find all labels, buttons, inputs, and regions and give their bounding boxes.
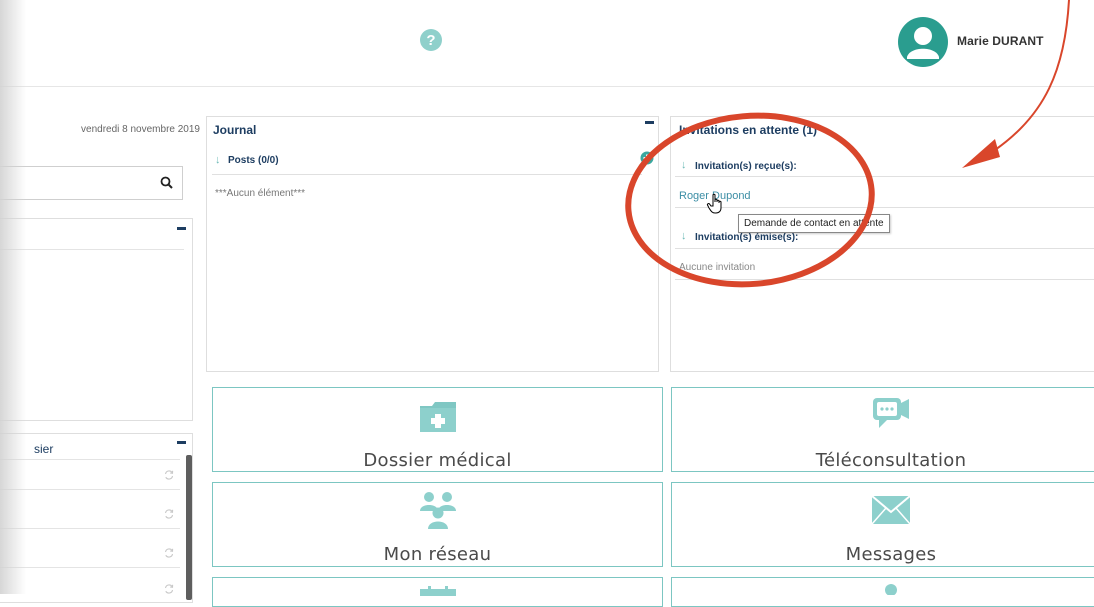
invitations-panel: [670, 116, 1094, 372]
posts-label[interactable]: Posts (0/0): [228, 155, 279, 166]
tile-agenda[interactable]: [212, 577, 663, 607]
divider: [675, 207, 1094, 208]
tile-messages[interactable]: Messages: [671, 482, 1094, 567]
network-people-icon: [419, 492, 456, 529]
refresh-icon[interactable]: [163, 547, 175, 559]
invitations-title: Invitations en attente (1): [679, 123, 818, 137]
person-icon: [885, 584, 897, 595]
tile-label: Téléconsultation: [815, 450, 967, 471]
row-divider: [0, 528, 180, 529]
add-post-button[interactable]: [640, 151, 654, 165]
empty-state: Aucune invitation: [679, 262, 756, 273]
arrow-down-icon[interactable]: ↓: [681, 159, 687, 171]
calendar-icon: [419, 586, 456, 596]
row-divider: [0, 567, 180, 568]
video-chat-icon: [873, 398, 909, 428]
tile-label: Dossier médical: [363, 450, 512, 471]
arrow-down-icon[interactable]: ↓: [681, 230, 687, 242]
arrow-down-icon[interactable]: ↓: [215, 154, 221, 166]
tile-profile[interactable]: [671, 577, 1094, 607]
refresh-icon[interactable]: [163, 469, 175, 481]
help-icon[interactable]: ?: [419, 28, 443, 52]
divider: [675, 279, 1094, 280]
divider: [675, 176, 1094, 177]
hand-cursor-icon: [706, 193, 722, 214]
divider: [212, 174, 642, 175]
panel-divider: [0, 249, 184, 250]
collapse-icon[interactable]: [177, 441, 186, 444]
tile-mon-reseau[interactable]: Mon réseau: [212, 482, 663, 567]
user-name[interactable]: Marie DURANT: [957, 34, 1044, 48]
current-date: vendredi 8 novembre 2019: [81, 124, 200, 135]
envelope-icon: [871, 495, 911, 525]
sent-invitations-label[interactable]: Invitation(s) émise(s):: [695, 232, 798, 243]
tile-teleconsultation[interactable]: Téléconsultation: [671, 387, 1094, 472]
panel-title: sier: [34, 442, 54, 456]
medical-folder-icon: [419, 402, 456, 432]
search-icon[interactable]: [159, 175, 175, 191]
refresh-icon[interactable]: [163, 508, 175, 520]
svg-text:?: ?: [426, 32, 435, 49]
search-input[interactable]: [0, 166, 183, 200]
row-divider: [0, 489, 180, 490]
tile-label: Messages: [845, 544, 937, 565]
left-panel: [0, 218, 193, 421]
collapse-icon[interactable]: [177, 227, 186, 230]
empty-state: ***Aucun élément***: [215, 188, 306, 199]
scrollbar[interactable]: [186, 455, 192, 600]
tile-dossier-medical[interactable]: Dossier médical: [212, 387, 663, 472]
edge-shadow: [0, 0, 26, 594]
journal-title: Journal: [213, 123, 257, 137]
received-invitations-label[interactable]: Invitation(s) reçue(s):: [695, 161, 797, 172]
user-avatar-icon[interactable]: [898, 17, 948, 67]
collapse-icon[interactable]: [645, 121, 654, 124]
tooltip: Demande de contact en attente: [738, 214, 890, 233]
divider: [675, 248, 1094, 249]
row-divider: [0, 459, 180, 460]
tile-label: Mon réseau: [383, 544, 492, 565]
refresh-icon[interactable]: [163, 583, 175, 595]
